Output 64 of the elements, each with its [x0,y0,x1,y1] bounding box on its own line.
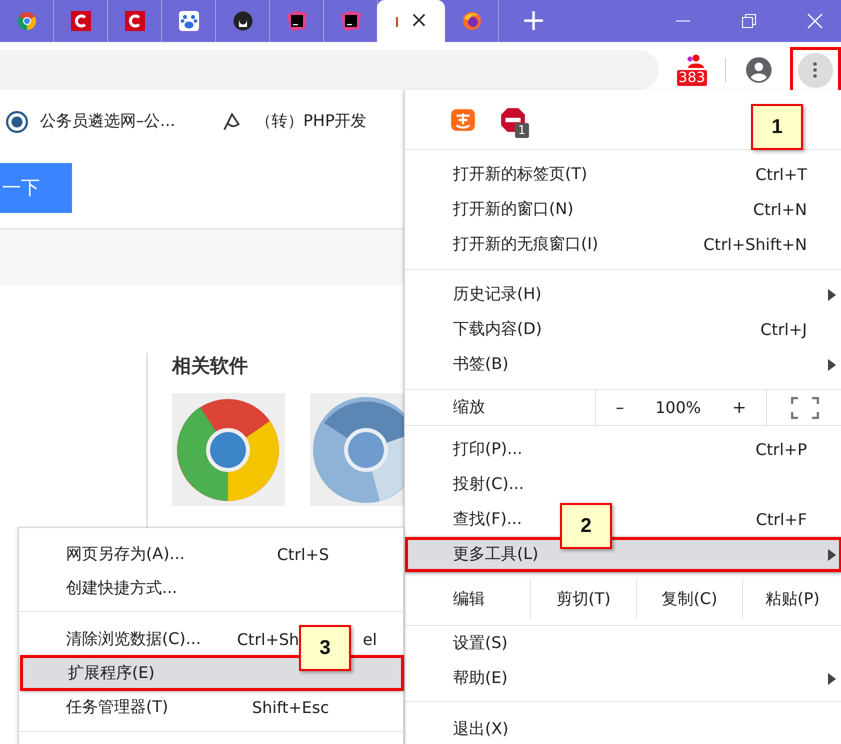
close-icon[interactable] [807,13,823,29]
coupon-icon [450,106,476,132]
shortcut-text: Ctrl+Shift+N [703,235,807,254]
code-editor-icon [340,11,360,31]
count-badge: 1 [515,122,529,138]
restore-icon[interactable] [741,13,757,29]
search-button[interactable]: 一下 [0,163,72,213]
browser-logo-icon [16,11,36,31]
menu-item[interactable]: 任务管理器(T) [66,696,168,718]
extension-button[interactable]: 1 [499,106,527,134]
more-icon [813,62,818,78]
tab-close-button[interactable]: × [410,10,428,32]
bookmark[interactable]: 公务员遴选网–公... [6,110,176,132]
menu-item[interactable]: 帮助(E) [453,668,508,689]
profile-icon[interactable] [746,57,772,83]
step-tooltip: 2 [560,503,612,549]
shortcut-text: Ctrl+F [756,510,807,529]
section-heading: 相关软件 [172,354,248,379]
menu-item[interactable]: 历史记录(H) [453,284,542,305]
menu-item[interactable]: 更多工具(L) [405,537,841,572]
fullscreen-icon[interactable] [790,396,818,418]
zoom-level: 100% [655,398,701,417]
edit-action-button[interactable]: 剪切(T) [530,579,636,619]
step-tooltip: 3 [299,625,351,671]
menu-item[interactable]: 查找(F)... [453,509,522,530]
shortcut-text: Ctrl+P [755,440,807,459]
edit-action-button[interactable]: 粘贴(P) [742,579,841,619]
menu-item[interactable]: 网页另存为(A)... [66,544,185,564]
menu-item[interactable]: 书签(B) [453,354,508,375]
menu-item[interactable]: 清除浏览数据(C)... [66,628,201,650]
extension-button[interactable]: 383 [676,50,712,90]
fox-icon [462,11,482,31]
c-letter-icon [70,11,90,31]
shortcut-text: Ctrl+Sh [237,630,300,648]
menu-item[interactable]: 打开新的无痕窗口(I) [453,234,598,255]
shortcut-text: Ctrl+N [753,200,807,219]
shortcut-text: Ctrl+J [760,320,807,339]
new-tab-button[interactable]: + [521,6,546,36]
shortcut-text: Ctrl+T [755,165,807,184]
menu-item[interactable]: 设置(S) [453,633,508,654]
menu-item[interactable]: 扩展程序(E) [21,656,403,690]
seal-icon [6,110,28,132]
zoom-label: 缩放 [452,396,486,418]
c-letter-icon [124,11,144,31]
paw-icon [178,11,198,31]
menu-item[interactable]: 投射(C)... [453,474,524,495]
menu-item[interactable]: 创建快捷方式... [66,578,178,598]
menu-item[interactable]: 打开新的标签页(T) [453,164,588,185]
shortcut-text: Ctrl+S [276,544,329,564]
shortcut-text: el [362,630,377,648]
edit-action-button[interactable]: 复制(C) [636,579,742,619]
menu-item[interactable]: 打印(P)... [453,439,522,460]
browser-tab[interactable]: × [377,0,445,42]
shortcut-text: Shift+Esc [252,698,329,716]
zoom-in-button[interactable]: + [724,398,754,418]
menu-item[interactable]: 打开新的窗口(N) [453,199,574,220]
menu-item[interactable]: 下载内容(D) [453,319,542,340]
edit-label: 编辑 [452,588,486,610]
zoom-out-button[interactable]: – [608,398,632,418]
code-editor-icon [286,11,306,31]
step-tooltip: 1 [751,104,803,150]
bookmark[interactable]: （转）PHP开发 [221,110,367,132]
notification-count: 383 [676,70,708,86]
menu-item[interactable]: 退出(X) [453,719,508,740]
